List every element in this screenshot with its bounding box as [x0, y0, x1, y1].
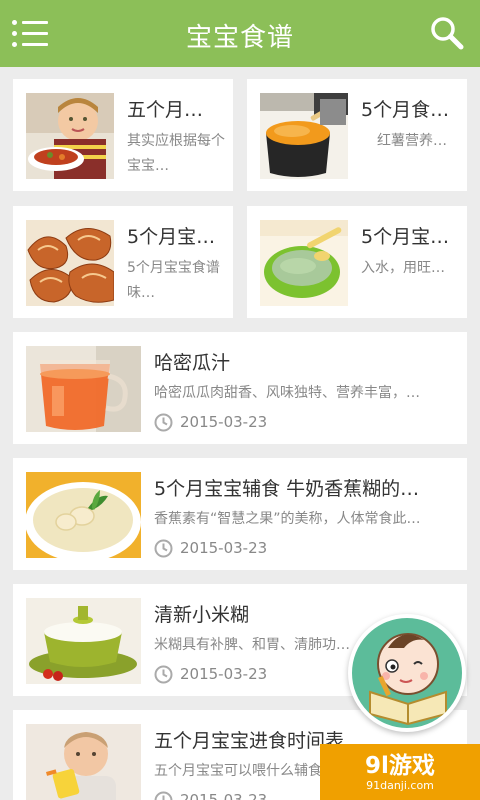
recipe-card[interactable]: 5个月食… 红薯营养…	[247, 79, 467, 191]
recipe-list-item[interactable]: 5个月宝宝辅食 牛奶香蕉糊的… 香蕉素有“智慧之果”的美称，人体常食此… 201…	[13, 458, 467, 570]
recipe-thumbnail	[260, 93, 348, 179]
date-text: 2015-03-23	[180, 665, 268, 683]
recipe-thumbnail	[26, 598, 141, 684]
recipe-summary: 哈密瓜瓜肉甜香、风味独特、营养丰富，…	[154, 385, 420, 401]
site-watermark: 9l游戏 91danji.com	[320, 744, 480, 800]
recipe-summary: 红薯营养…	[377, 133, 447, 149]
recipe-summary: 5个月宝宝食谱 味…	[127, 260, 225, 301]
clock-icon	[154, 665, 173, 683]
date-text: 2015-03-23	[180, 539, 268, 557]
recipe-summary: 入水，用旺…	[361, 260, 445, 276]
recipe-title: 5个月宝…	[127, 226, 216, 248]
recipe-thumbnail	[26, 220, 114, 306]
recipe-thumbnail	[26, 724, 141, 800]
recipe-title: 哈密瓜汁	[154, 352, 231, 374]
watermark-logo-text: 9l游戏	[365, 752, 435, 779]
recipe-title: 5个月食…	[361, 99, 450, 121]
publish-date: 2015-03-23	[154, 664, 267, 684]
publish-date: 2015-03-23	[154, 412, 267, 432]
publish-date: 2015-03-23	[154, 790, 267, 800]
recipe-card[interactable]: 5个月宝… 5个月宝宝食谱 味…	[13, 206, 233, 318]
recipe-card[interactable]: 五个月… 其实应根据每个宝宝…	[13, 79, 233, 191]
watermark-url: 91danji.com	[366, 778, 434, 792]
page-title: 宝宝食谱	[185, 23, 294, 53]
recipe-list-item[interactable]: 哈密瓜汁 哈密瓜瓜肉甜香、风味独特、营养丰富，… 2015-03-23	[13, 332, 467, 444]
publish-date: 2015-03-23	[154, 538, 267, 558]
recipe-title: 五个月…	[127, 99, 204, 121]
baby-mascot-icon	[369, 633, 447, 726]
recipe-summary: 其实应根据每个宝宝…	[127, 133, 225, 174]
search-icon[interactable]	[430, 16, 464, 50]
recipe-title: 5个月宝…	[361, 226, 450, 248]
recipe-thumbnail	[26, 472, 141, 558]
recipe-thumbnail	[26, 346, 141, 432]
clock-icon	[154, 539, 173, 557]
recipe-card[interactable]: 5个月宝… 入水，用旺…	[247, 206, 467, 318]
recipe-thumbnail	[26, 93, 114, 179]
clock-icon	[154, 791, 173, 800]
recipe-thumbnail	[260, 220, 348, 306]
top-bar: 宝宝食谱	[0, 0, 480, 67]
baby-mascot-button[interactable]	[348, 614, 466, 732]
recipe-summary: 香蕉素有“智慧之果”的美称，人体常食此…	[154, 511, 421, 527]
clock-icon	[154, 413, 173, 431]
date-text: 2015-03-23	[180, 791, 268, 800]
date-text: 2015-03-23	[180, 413, 268, 431]
recipe-title: 5个月宝宝辅食 牛奶香蕉糊的…	[154, 478, 420, 500]
